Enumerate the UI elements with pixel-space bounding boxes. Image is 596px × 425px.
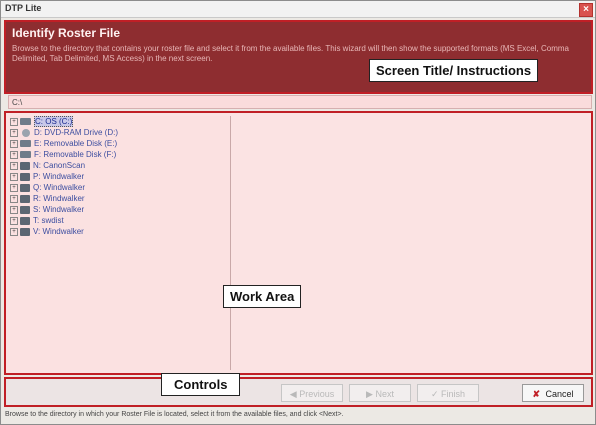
- network-drive-icon: [20, 205, 30, 214]
- expand-icon[interactable]: +: [10, 128, 18, 137]
- controls-bar: ◀ Previous ▶ Next ✓ Finish ✘ Cancel: [4, 377, 593, 407]
- tree-item-label: N: CanonScan: [33, 161, 86, 170]
- network-drive-icon: [20, 216, 30, 225]
- tree-item[interactable]: + C: OS (C:): [10, 116, 230, 127]
- work-area: + C: OS (C:) + D: DVD-RAM Drive (D:) + E: Rem…: [4, 111, 593, 375]
- cancel-x-icon: ✘: [532, 389, 540, 399]
- expand-icon[interactable]: +: [10, 205, 18, 214]
- tree-item-label: Q: Windwalker: [33, 183, 86, 192]
- callout-controls: Controls: [161, 373, 241, 396]
- tree-item[interactable]: + T: swdist: [10, 215, 230, 226]
- tree-item-label: D: DVD-RAM Drive (D:): [34, 128, 118, 137]
- next-arrow-icon: ▶: [366, 389, 373, 399]
- expand-icon[interactable]: +: [10, 139, 18, 148]
- previous-label: Previous: [299, 389, 335, 399]
- expand-icon[interactable]: +: [10, 161, 18, 170]
- tree-item[interactable]: + N: CanonScan: [10, 160, 230, 171]
- tree-item-label: P: Windwalker: [33, 172, 85, 181]
- next-label: Next: [375, 389, 394, 399]
- tree-item-label: S: Windwalker: [33, 205, 85, 214]
- network-drive-icon: [20, 227, 30, 236]
- tree-item[interactable]: + Q: Windwalker: [10, 182, 230, 193]
- network-drive-icon: [20, 161, 30, 170]
- status-bar: Browse to the directory in which your Ro…: [5, 411, 344, 418]
- expand-icon[interactable]: +: [10, 216, 18, 225]
- wizard-window: DTP Lite × Identify Roster File Browse t…: [0, 0, 596, 425]
- cancel-button[interactable]: ✘ Cancel: [522, 384, 584, 402]
- removable-disk-icon: [20, 151, 31, 159]
- tree-item-label: C: OS (C:): [34, 116, 74, 127]
- file-list-pane[interactable]: [234, 116, 589, 370]
- network-drive-icon: [20, 194, 30, 203]
- screen-title: Identify Roster File: [12, 26, 121, 40]
- next-button[interactable]: ▶ Next: [349, 384, 411, 402]
- removable-disk-icon: [20, 140, 31, 148]
- tree-item[interactable]: + F: Removable Disk (F:): [10, 149, 230, 160]
- close-icon[interactable]: ×: [579, 3, 593, 17]
- tree-item[interactable]: + R: Windwalker: [10, 193, 230, 204]
- callout-work-area: Work Area: [223, 285, 302, 308]
- tree-item-label: V: Windwalker: [33, 227, 84, 236]
- window-title: DTP Lite: [5, 3, 42, 13]
- current-path: C:\: [8, 95, 592, 109]
- screen-header: Identify Roster File Browse to the direc…: [4, 20, 593, 94]
- expand-icon[interactable]: +: [10, 117, 18, 126]
- tree-item[interactable]: + V: Windwalker: [10, 226, 230, 237]
- cd-drive-icon: [22, 128, 30, 137]
- tree-item-label: F: Removable Disk (F:): [34, 150, 117, 159]
- expand-icon[interactable]: +: [10, 227, 18, 236]
- previous-arrow-icon: ◀: [289, 389, 297, 399]
- tree-item[interactable]: + E: Removable Disk (E:): [10, 138, 230, 149]
- drive-tree: + C: OS (C:) + D: DVD-RAM Drive (D:) + E: Rem…: [10, 116, 231, 370]
- hard-drive-icon: [20, 118, 31, 126]
- finish-check-icon: ✓: [430, 389, 439, 399]
- tree-item-label: R: Windwalker: [33, 194, 85, 203]
- cancel-label: Cancel: [545, 389, 574, 399]
- expand-icon[interactable]: +: [10, 172, 18, 181]
- tree-item[interactable]: + D: DVD-RAM Drive (D:): [10, 127, 230, 138]
- expand-icon[interactable]: +: [10, 150, 18, 159]
- callout-screen-title: Screen Title/ Instructions: [369, 59, 539, 82]
- tree-item[interactable]: + S: Windwalker: [10, 204, 230, 215]
- tree-item-label: E: Removable Disk (E:): [34, 139, 118, 148]
- finish-button[interactable]: ✓ Finish: [417, 384, 479, 402]
- network-drive-icon: [20, 183, 30, 192]
- network-drive-icon: [20, 172, 30, 181]
- previous-button[interactable]: ◀ Previous: [281, 384, 343, 402]
- finish-label: Finish: [441, 389, 466, 399]
- expand-icon[interactable]: +: [10, 183, 18, 192]
- tree-item[interactable]: + P: Windwalker: [10, 171, 230, 182]
- expand-icon[interactable]: +: [10, 194, 18, 203]
- tree-item-label: T: swdist: [33, 216, 64, 225]
- title-bar: DTP Lite ×: [1, 1, 595, 18]
